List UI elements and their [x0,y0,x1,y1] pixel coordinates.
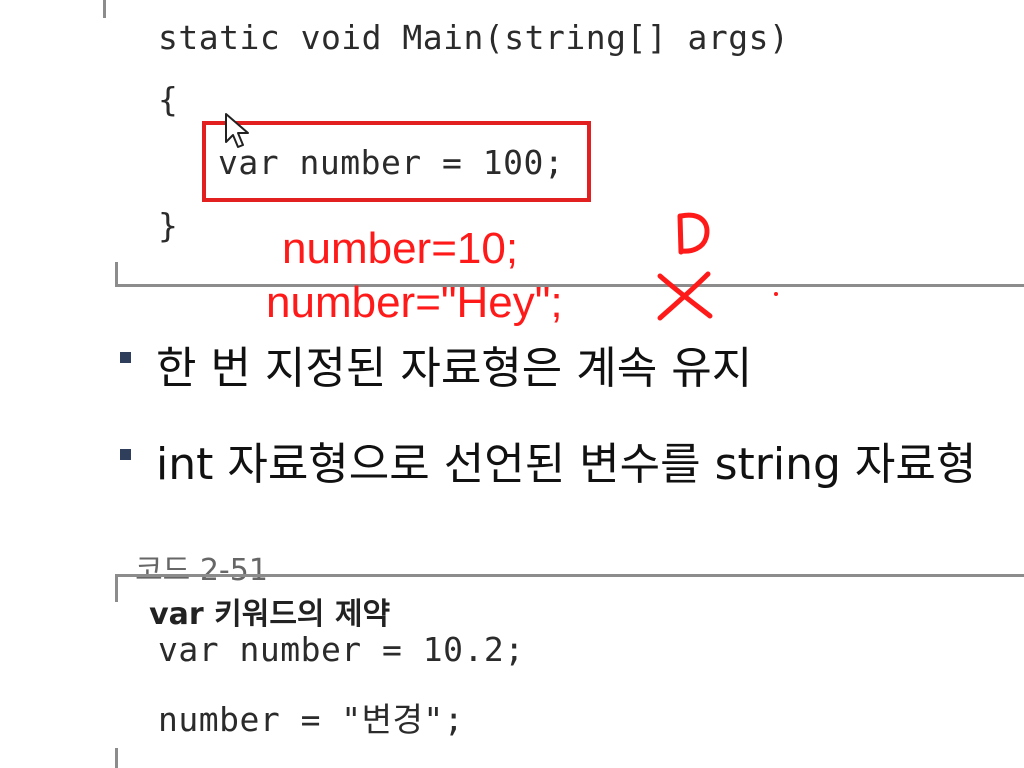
code-caption: 코드 2-51 var 키워드의 제약 [116,510,390,633]
code-caption-number: 코드 2-51 [135,553,268,588]
code-block-bottom-left-border [115,574,118,602]
code-line-var-number: var number = 100; [218,143,565,182]
code-block-top-bottom-border [115,284,1024,287]
code-block-bottom-left-border-lower [115,748,118,768]
bullet-text-type-fixed: 한 번 지정된 자료형은 계속 유지 [156,343,753,394]
code-line-var-number-10-2: var number = 10.2; [158,630,525,669]
bullet-marker-1 [120,352,131,363]
code-line-main-signature: static void Main(string[] args) [158,18,790,57]
code-block-top-bottom-left-corner [115,262,118,286]
code-caption-title: var 키워드의 제약 [149,597,391,632]
x-mark-icon [657,271,713,321]
mouse-cursor-icon [225,113,249,148]
bullet-marker-2 [120,449,131,460]
annotation-number-equals-hey: number="Hey"; [266,278,563,327]
ok-mark-icon [677,212,710,255]
code-block-bottom-top-border [115,574,1024,577]
code-line-number-assign-string: number = "변경"; [158,700,465,739]
stray-ink-dot [774,292,778,296]
code-line-open-brace: { [158,80,179,119]
annotation-number-equals-10: number=10; [282,224,519,273]
code-line-close-brace: } [158,206,179,245]
code-block-top-left-border [103,0,106,18]
bullet-text-int-to-string: int 자료형으로 선언된 변수를 string 자료형 [156,439,977,490]
